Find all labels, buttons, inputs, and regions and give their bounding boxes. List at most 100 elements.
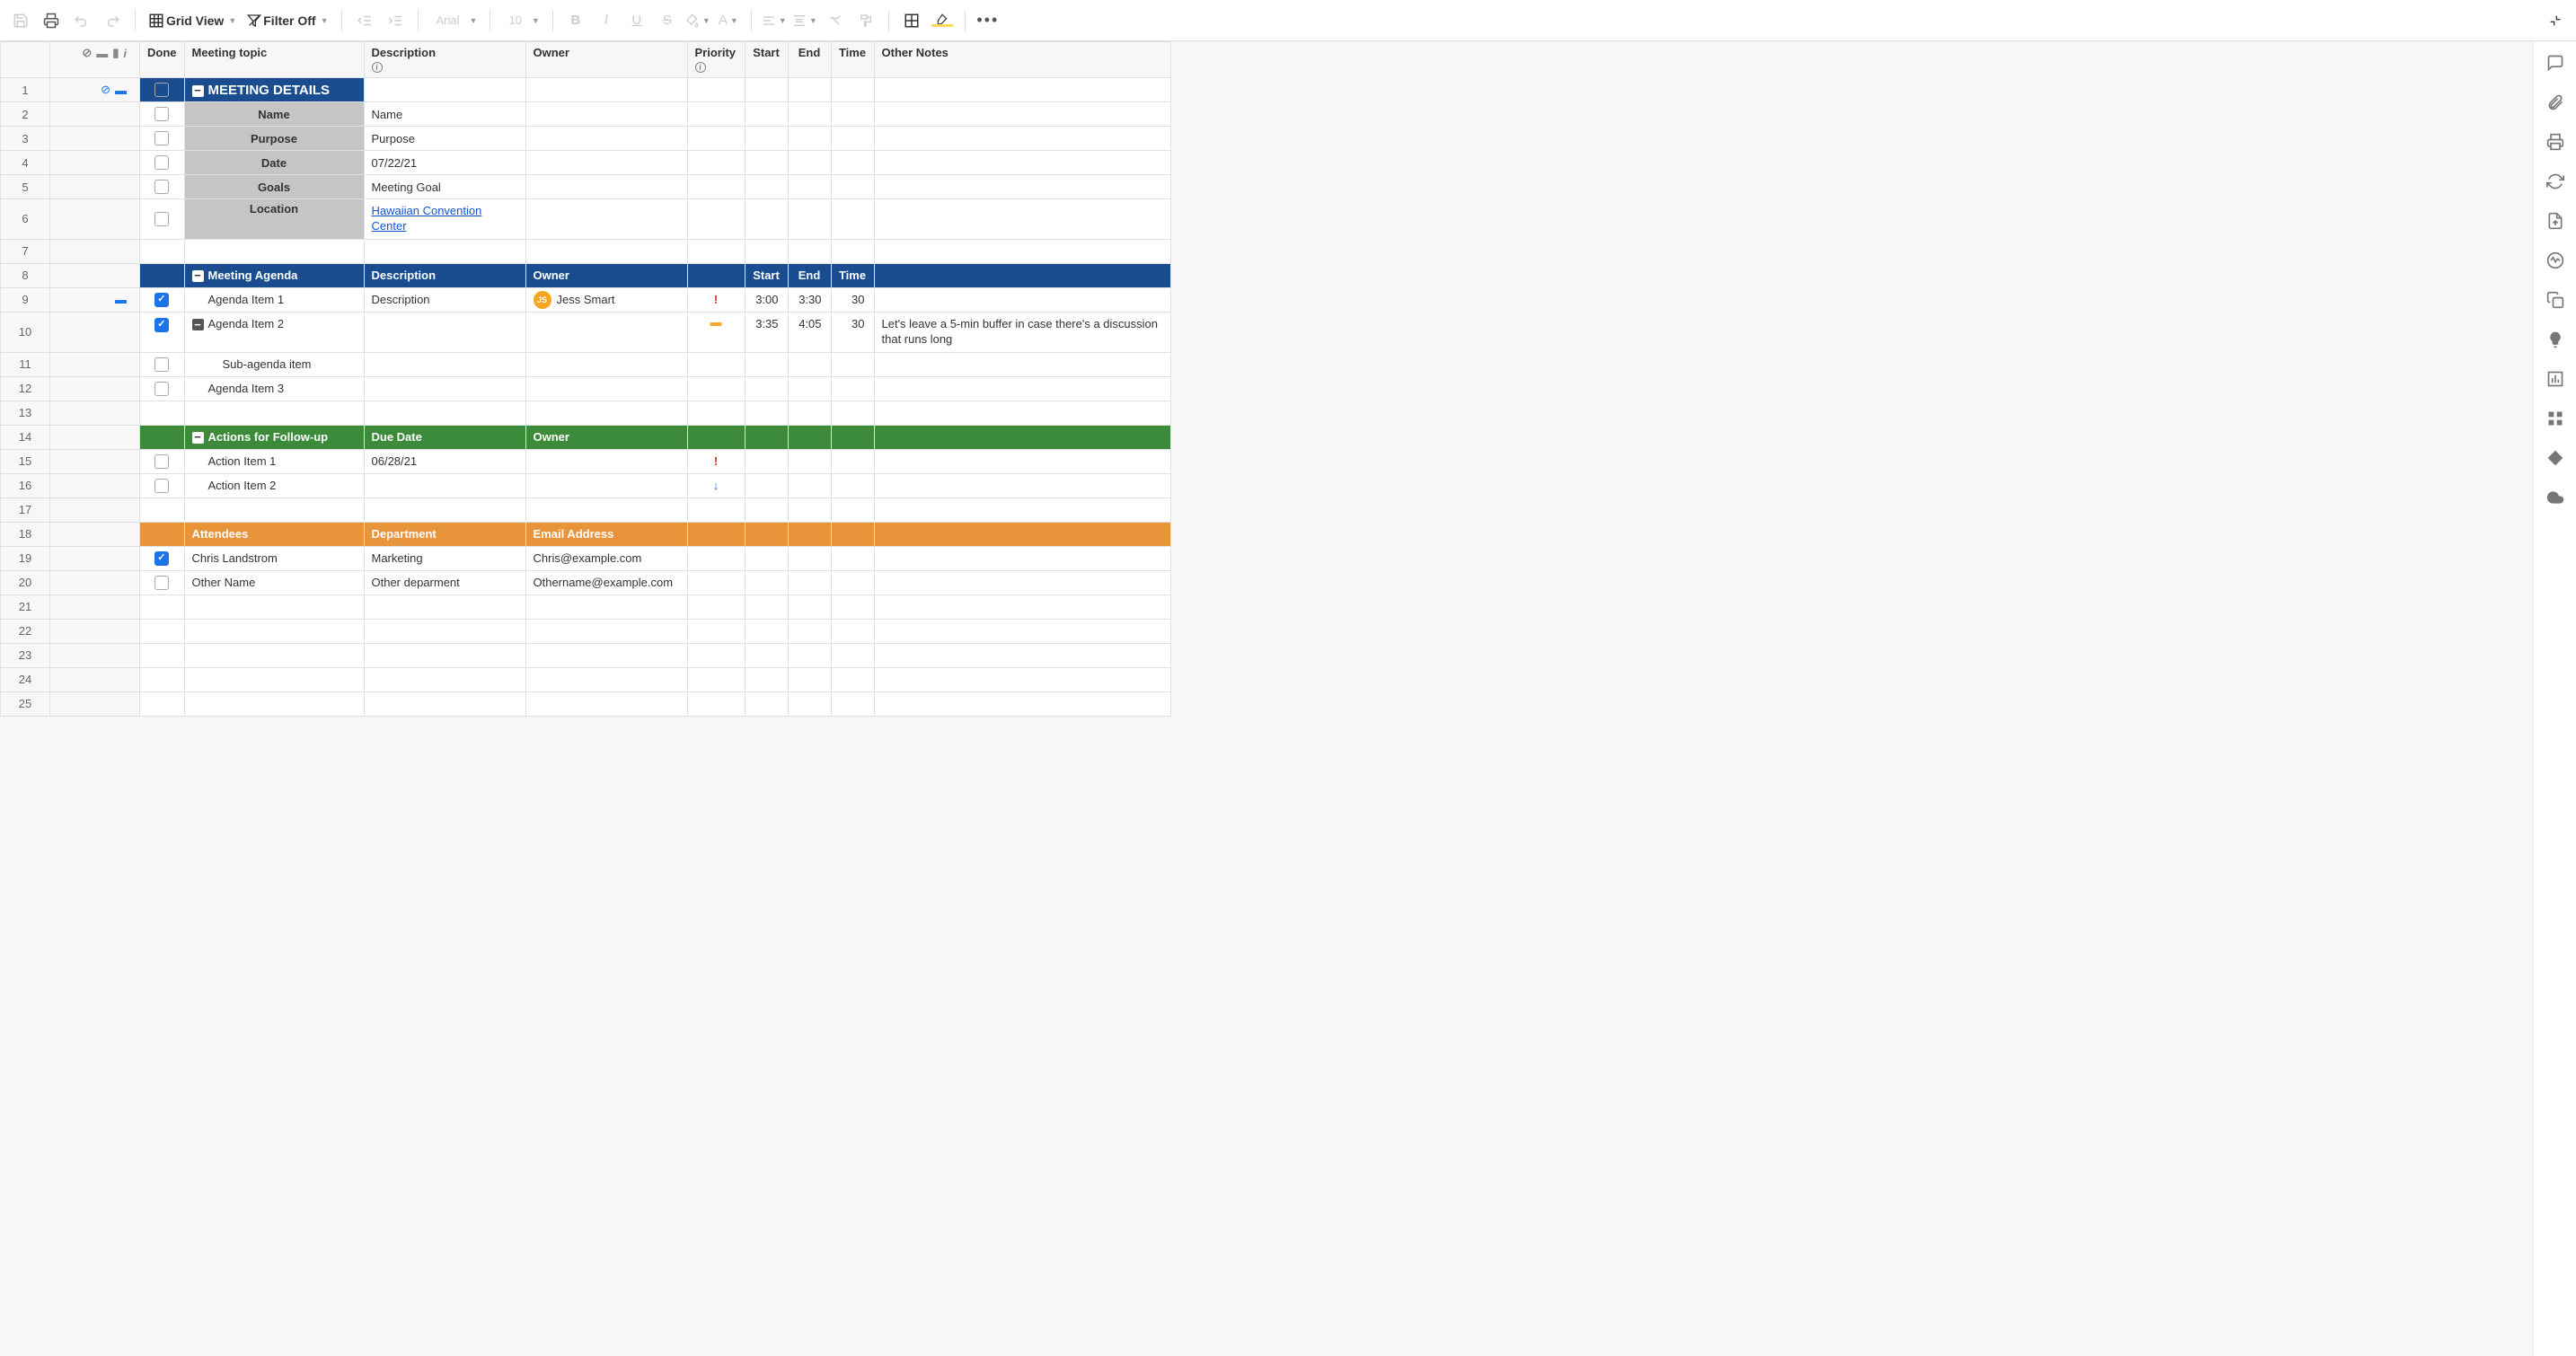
refresh-button[interactable] bbox=[2545, 171, 2566, 192]
checkbox[interactable] bbox=[154, 212, 169, 226]
checkbox[interactable] bbox=[154, 83, 169, 97]
attachments-panel-button[interactable] bbox=[2545, 92, 2566, 113]
subheader[interactable]: Due Date bbox=[364, 425, 525, 449]
row-number[interactable]: 24 bbox=[1, 667, 50, 691]
row-number[interactable]: 18 bbox=[1, 522, 50, 546]
checkbox[interactable] bbox=[154, 107, 169, 121]
subheader[interactable]: Department bbox=[364, 522, 525, 546]
attendee-email[interactable]: Othername@example.com bbox=[525, 570, 687, 594]
idea-button[interactable] bbox=[2545, 329, 2566, 350]
table-row[interactable]: 18 Attendees Department Email Address bbox=[1, 522, 1171, 546]
row-number[interactable]: 3 bbox=[1, 127, 50, 151]
owner-cell[interactable]: JSJess Smart bbox=[525, 287, 687, 312]
italic-button[interactable]: I bbox=[593, 7, 620, 34]
table-row[interactable]: 7 bbox=[1, 239, 1171, 263]
subheader[interactable]: Email Address bbox=[525, 522, 687, 546]
fontsize-selector[interactable]: 10▼ bbox=[499, 7, 543, 34]
priority-cell[interactable]: ! bbox=[687, 287, 745, 312]
start-cell[interactable]: 3:00 bbox=[745, 287, 788, 312]
table-row[interactable]: 3 Purpose Purpose bbox=[1, 127, 1171, 151]
font-selector[interactable]: Arial▼ bbox=[428, 7, 481, 34]
topic-cell[interactable]: Action Item 1 bbox=[184, 449, 364, 473]
attendee-dept[interactable]: Marketing bbox=[364, 546, 525, 570]
row-number[interactable]: 22 bbox=[1, 619, 50, 643]
detail-value[interactable]: Hawaiian Convention Center bbox=[364, 199, 525, 240]
end-cell[interactable]: 4:05 bbox=[788, 312, 831, 352]
table-row[interactable]: 6 Location Hawaiian Convention Center bbox=[1, 199, 1171, 240]
col-owner[interactable]: Owner bbox=[525, 42, 687, 78]
collapse-panel-button[interactable] bbox=[2542, 7, 2569, 34]
save-button[interactable] bbox=[7, 7, 34, 34]
strikethrough-button[interactable]: S bbox=[654, 7, 681, 34]
corner-cell[interactable] bbox=[1, 42, 50, 78]
topic-cell[interactable]: Agenda Item 1 bbox=[184, 287, 364, 312]
table-row[interactable]: 2 Name Name bbox=[1, 102, 1171, 127]
end-cell[interactable]: 3:30 bbox=[788, 287, 831, 312]
text-color-button[interactable]: A▼ bbox=[715, 7, 742, 34]
topic-cell[interactable]: Action Item 2 bbox=[184, 473, 364, 497]
checkbox[interactable] bbox=[154, 131, 169, 145]
subheader[interactable]: End bbox=[788, 263, 831, 287]
col-start[interactable]: Start bbox=[745, 42, 788, 78]
indent-button[interactable] bbox=[382, 7, 409, 34]
checkbox[interactable] bbox=[154, 576, 169, 590]
topic-cell[interactable]: −Agenda Item 2 bbox=[184, 312, 364, 352]
table-row[interactable]: 19 Chris Landstrom Marketing Chris@examp… bbox=[1, 546, 1171, 570]
detail-label[interactable]: Location bbox=[184, 199, 364, 240]
highlight-button[interactable] bbox=[929, 7, 956, 34]
chart-button[interactable] bbox=[2545, 368, 2566, 390]
detail-value[interactable]: Purpose bbox=[364, 127, 525, 151]
row-number[interactable]: 12 bbox=[1, 376, 50, 401]
redo-button[interactable] bbox=[99, 7, 126, 34]
detail-label[interactable]: Goals bbox=[184, 175, 364, 199]
subheader[interactable]: Owner bbox=[525, 263, 687, 287]
col-time[interactable]: Time bbox=[831, 42, 874, 78]
notes-cell[interactable]: Let's leave a 5-min buffer in case there… bbox=[874, 312, 1170, 352]
topic-cell[interactable]: Sub-agenda item bbox=[184, 352, 364, 376]
attendee-name[interactable]: Other Name bbox=[184, 570, 364, 594]
checkbox[interactable] bbox=[154, 357, 169, 372]
subheader[interactable]: Start bbox=[745, 263, 788, 287]
row-number[interactable]: 17 bbox=[1, 497, 50, 522]
conditional-format-button[interactable] bbox=[898, 7, 925, 34]
table-row[interactable]: 12 Agenda Item 3 bbox=[1, 376, 1171, 401]
more-button[interactable]: ••• bbox=[975, 7, 1001, 34]
table-row[interactable]: 21 bbox=[1, 594, 1171, 619]
collapse-icon[interactable]: − bbox=[192, 85, 204, 97]
desc-cell[interactable] bbox=[364, 312, 525, 352]
col-end[interactable]: End bbox=[788, 42, 831, 78]
section-header-cell[interactable]: −Actions for Follow-up bbox=[184, 425, 364, 449]
table-row[interactable]: 14 −Actions for Follow-up Due Date Owner bbox=[1, 425, 1171, 449]
detail-value[interactable]: 07/22/21 bbox=[364, 151, 525, 175]
undo-button[interactable] bbox=[68, 7, 95, 34]
checkbox[interactable] bbox=[154, 293, 169, 307]
col-done[interactable]: Done bbox=[140, 42, 185, 78]
notes-cell[interactable] bbox=[874, 287, 1170, 312]
attendee-name[interactable]: Chris Landstrom bbox=[184, 546, 364, 570]
table-row[interactable]: 5 Goals Meeting Goal bbox=[1, 175, 1171, 199]
sheet-area[interactable]: ⊘ ▬ ▮ i Done Meeting topic Descriptioni … bbox=[0, 41, 2533, 1356]
diamond-button[interactable] bbox=[2545, 447, 2566, 469]
detail-label[interactable]: Purpose bbox=[184, 127, 364, 151]
table-row[interactable]: 24 bbox=[1, 667, 1171, 691]
attendee-dept[interactable]: Other deparment bbox=[364, 570, 525, 594]
table-row[interactable]: 13 bbox=[1, 401, 1171, 425]
subheader[interactable]: Description bbox=[364, 263, 525, 287]
table-row[interactable]: 9 ▬ Agenda Item 1 Description JSJess Sma… bbox=[1, 287, 1171, 312]
row-number[interactable]: 6 bbox=[1, 199, 50, 240]
collapse-icon[interactable]: − bbox=[192, 270, 204, 282]
table-row[interactable]: 1 ⊘▬ −MEETING DETAILS bbox=[1, 78, 1171, 102]
detail-value[interactable]: Meeting Goal bbox=[364, 175, 525, 199]
time-cell[interactable]: 30 bbox=[831, 287, 874, 312]
table-row[interactable]: 15 Action Item 1 06/28/21 ! bbox=[1, 449, 1171, 473]
owner-cell[interactable] bbox=[525, 312, 687, 352]
apps-button[interactable] bbox=[2545, 408, 2566, 429]
print-panel-button[interactable] bbox=[2545, 131, 2566, 153]
subheader[interactable]: Owner bbox=[525, 425, 687, 449]
export-button[interactable] bbox=[2545, 210, 2566, 232]
detail-value[interactable]: Name bbox=[364, 102, 525, 127]
row-number[interactable]: 11 bbox=[1, 352, 50, 376]
row-number[interactable]: 1 bbox=[1, 78, 50, 102]
comments-panel-button[interactable] bbox=[2545, 52, 2566, 74]
table-row[interactable]: 23 bbox=[1, 643, 1171, 667]
